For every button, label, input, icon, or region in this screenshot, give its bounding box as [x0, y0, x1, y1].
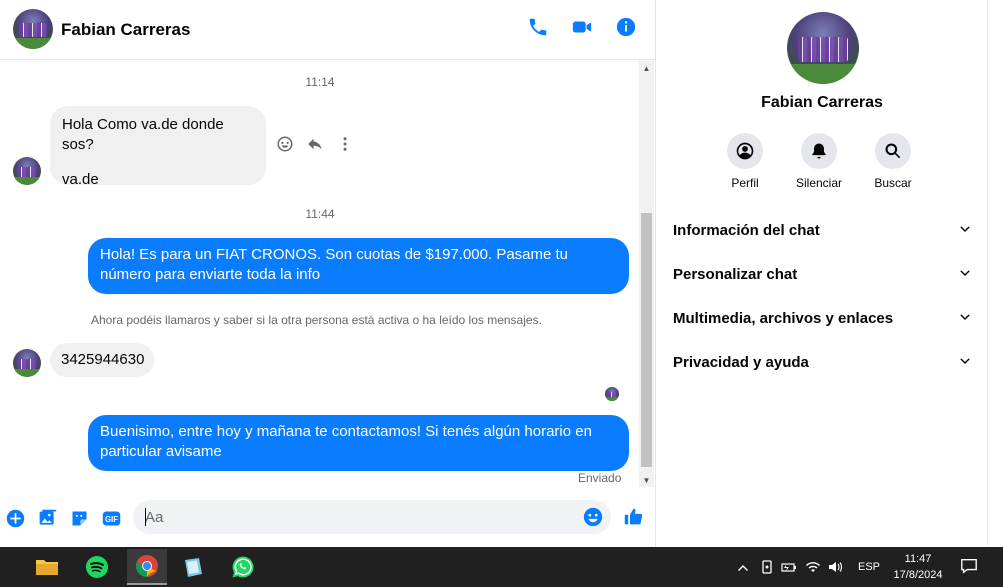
message-list: 11:14 Hola Como va.de donde sos? va.de 1…	[0, 61, 640, 489]
contact-avatar[interactable]	[13, 9, 53, 49]
device-icon[interactable]	[758, 558, 776, 576]
file-explorer-icon[interactable]	[27, 549, 67, 585]
notepad-icon[interactable]	[173, 549, 213, 585]
section-media-files[interactable]: Multimedia, archivos y enlaces	[673, 296, 973, 340]
profile-button[interactable]: Perfil	[719, 133, 771, 190]
chat-info-panel: Fabian Carreras Perfil Silenciar Buscar	[657, 0, 987, 547]
notification-icon[interactable]	[960, 557, 980, 577]
gif-icon[interactable]: GIF	[100, 507, 122, 529]
chevron-down-icon	[960, 358, 970, 364]
video-icon[interactable]	[571, 16, 593, 38]
mute-button[interactable]: Silenciar	[793, 133, 845, 190]
show-hidden-icons-icon[interactable]	[734, 558, 752, 576]
like-icon[interactable]	[622, 505, 644, 527]
chevron-down-icon	[960, 270, 970, 276]
clock[interactable]: 11:47 17/8/2024	[888, 551, 948, 583]
sticker-icon[interactable]	[68, 507, 90, 529]
panel-scrollbar[interactable]	[987, 0, 1003, 547]
text-caret	[145, 508, 146, 526]
contact-name[interactable]: Fabian Carreras	[61, 20, 190, 40]
message-actions	[276, 135, 354, 153]
info-notice: Ahora podéis llamaros y saber si la otra…	[91, 313, 542, 327]
section-privacy-help[interactable]: Privacidad y ayuda	[673, 340, 973, 384]
message-input-wrap[interactable]	[133, 500, 611, 534]
image-icon[interactable]	[36, 507, 58, 529]
sender-avatar	[13, 157, 41, 185]
section-label: Privacidad y ayuda	[673, 353, 809, 371]
message-text: va.de	[62, 171, 99, 188]
section-label: Personalizar chat	[673, 265, 798, 283]
composer: GIF	[0, 489, 655, 547]
chevron-down-icon	[960, 314, 970, 320]
message-status: Enviado	[578, 471, 622, 485]
scroll-thumb[interactable]	[641, 213, 652, 467]
search-icon	[885, 143, 901, 159]
mute-label: Silenciar	[795, 176, 843, 190]
chrome-icon[interactable]	[127, 549, 167, 585]
search-button[interactable]: Buscar	[867, 133, 919, 190]
spotify-icon[interactable]	[77, 549, 117, 585]
system-tray	[734, 547, 844, 587]
profile-icon	[736, 142, 754, 160]
volume-icon[interactable]	[826, 558, 844, 576]
profile-actions: Perfil Silenciar Buscar	[719, 133, 919, 190]
reply-icon[interactable]	[306, 135, 324, 153]
windows-taskbar: ESP 11:47 17/8/2024	[0, 547, 1003, 587]
header-actions	[527, 16, 637, 38]
sender-avatar	[13, 349, 41, 377]
profile-name: Fabian Carreras	[761, 94, 883, 111]
message-text: Hola Como va.de donde sos?	[62, 116, 224, 153]
messenger-window: Fabian Carreras 11:14 Hola Como va.de do…	[0, 0, 1003, 547]
more-options-icon[interactable]	[336, 135, 354, 153]
scroll-up-icon[interactable]: ▲	[639, 61, 654, 75]
chat-pane: Fabian Carreras 11:14 Hola Como va.de do…	[0, 0, 656, 547]
profile-avatar[interactable]	[787, 12, 859, 84]
search-label: Buscar	[874, 176, 912, 190]
outgoing-message[interactable]: Hola! Es para un FIAT CRONOS. Son cuotas…	[88, 238, 629, 294]
section-label: Información del chat	[673, 221, 820, 239]
incoming-message[interactable]: Hola Como va.de donde sos? va.de	[50, 106, 266, 188]
section-customize-chat[interactable]: Personalizar chat	[673, 252, 973, 296]
svg-text:GIF: GIF	[104, 515, 117, 524]
panel-sections: Información del chat Personalizar chat M…	[673, 208, 973, 384]
read-receipt-avatar	[605, 387, 619, 401]
react-emoji-icon[interactable]	[276, 135, 294, 153]
profile-label: Perfil	[731, 176, 759, 190]
info-icon[interactable]	[615, 16, 637, 38]
incoming-message[interactable]: 3425944630	[50, 343, 154, 377]
timestamp: 11:44	[305, 207, 335, 221]
chat-scrollbar[interactable]: ▲ ▼	[639, 61, 654, 487]
outgoing-message[interactable]: Buenisimo, entre hoy y mañana te contact…	[88, 415, 629, 471]
clock-date: 17/8/2024	[893, 569, 943, 581]
wifi-icon[interactable]	[804, 558, 822, 576]
bell-icon	[812, 143, 826, 159]
chevron-down-icon	[960, 226, 970, 232]
clock-time: 11:47	[904, 553, 932, 565]
emoji-icon[interactable]	[582, 506, 604, 528]
section-label: Multimedia, archivos y enlaces	[673, 309, 894, 327]
whatsapp-icon[interactable]	[223, 549, 263, 585]
section-chat-info[interactable]: Información del chat	[673, 208, 973, 252]
battery-icon[interactable]	[780, 558, 798, 576]
phone-icon[interactable]	[527, 16, 549, 38]
language-indicator[interactable]: ESP	[858, 561, 880, 573]
timestamp: 11:14	[305, 75, 335, 89]
chat-header: Fabian Carreras	[0, 0, 655, 60]
scroll-down-icon[interactable]: ▼	[639, 473, 654, 487]
message-input[interactable]	[145, 507, 575, 527]
plus-icon[interactable]	[4, 507, 26, 529]
